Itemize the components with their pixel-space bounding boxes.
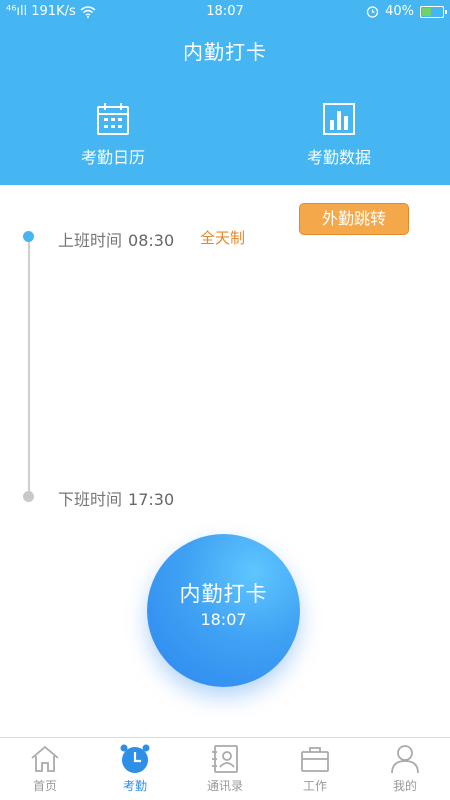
user-icon	[391, 745, 419, 774]
nav-attendance-label: 考勤	[122, 779, 147, 793]
nav-mine[interactable]: 我的	[360, 743, 450, 794]
attendance-calendar-label: 考勤日历	[80, 148, 145, 167]
timeline-start-dot	[23, 231, 34, 242]
end-time-row: 下班时间 17:30	[58, 486, 174, 510]
punch-in-button[interactable]: 内勤打卡 18:07	[147, 534, 300, 687]
nav-contacts-label: 通讯录	[206, 779, 243, 793]
timeline-end-dot	[23, 491, 34, 502]
nav-home-label: 首页	[32, 779, 57, 793]
start-time-label: 上班时间	[58, 231, 123, 250]
nav-mine-label: 我的	[392, 779, 417, 793]
attendance-calendar-button[interactable]: 考勤日历	[43, 102, 183, 168]
end-time-label: 下班时间	[58, 490, 123, 509]
status-bar: ⁴⁶ıll 191K/s 18:07 40%	[0, 0, 450, 24]
calendar-icon	[97, 103, 129, 135]
battery-icon	[420, 5, 447, 18]
contacts-icon	[212, 745, 238, 773]
start-time-row: 上班时间 08:30	[58, 227, 174, 251]
start-time-value: 08:30	[128, 231, 175, 250]
bar-chart-icon	[323, 103, 355, 135]
battery-percent: 40%	[385, 4, 414, 19]
page-title: 内勤打卡	[183, 40, 267, 64]
alarm-clock-icon	[120, 744, 150, 773]
outside-work-button[interactable]: 外勤跳转	[299, 203, 409, 235]
punch-in-title: 内勤打卡	[179, 582, 268, 606]
timeline-line	[28, 238, 30, 496]
nav-work[interactable]: 工作	[270, 743, 360, 794]
header: ⁴⁶ıll 191K/s 18:07 40% 内勤打卡 考勤日历 考勤数据	[0, 0, 450, 185]
nav-home[interactable]: 首页	[0, 743, 90, 794]
bottom-nav: 首页 考勤 通讯录 工作 我的	[0, 737, 450, 800]
home-icon	[31, 745, 59, 772]
briefcase-icon	[301, 747, 329, 772]
attendance-data-button[interactable]: 考勤数据	[269, 102, 409, 168]
nav-work-label: 工作	[302, 779, 327, 793]
end-time-value: 17:30	[128, 490, 175, 509]
alarm-icon	[366, 6, 379, 18]
status-right: 40%	[366, 4, 447, 19]
nav-contacts[interactable]: 通讯录	[180, 743, 270, 794]
schedule-type: 全天制	[200, 229, 246, 247]
attendance-data-label: 考勤数据	[306, 148, 371, 167]
punch-in-time: 18:07	[200, 610, 247, 629]
nav-attendance[interactable]: 考勤	[90, 743, 180, 794]
